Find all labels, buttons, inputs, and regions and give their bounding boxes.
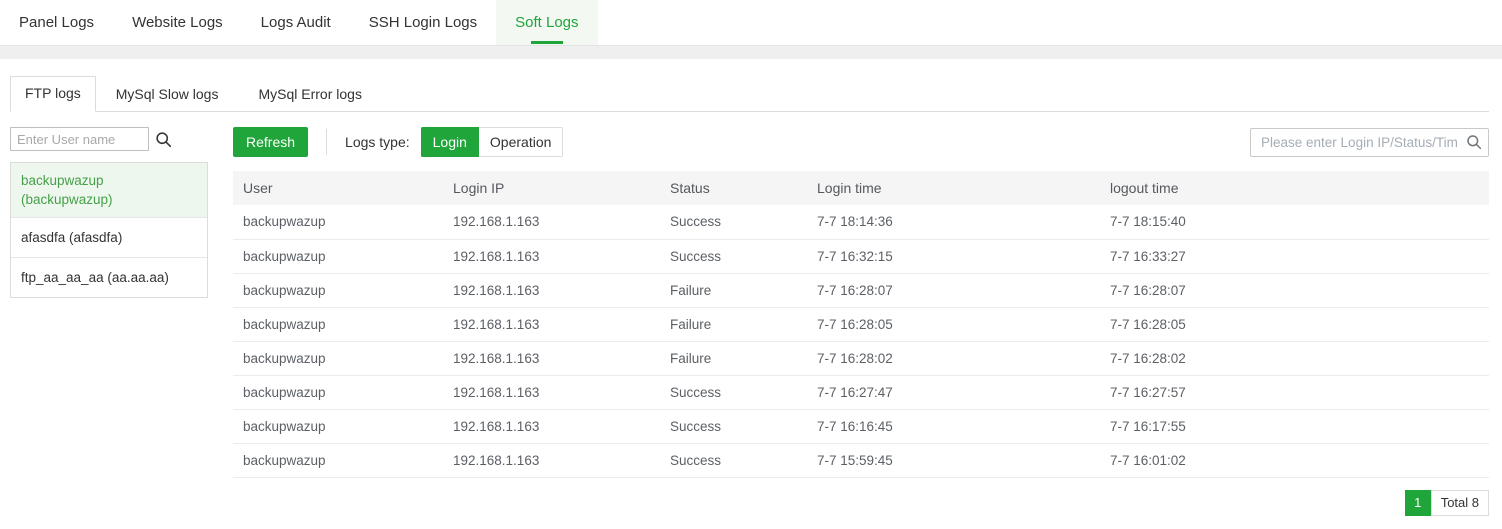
status-cell: Failure bbox=[660, 307, 807, 341]
logs-type-toggle: Login Operation bbox=[421, 127, 564, 157]
column-header-logout-time: logout time bbox=[1100, 171, 1489, 205]
table-row: backupwazup 192.168.1.163 Success 7-7 18… bbox=[233, 205, 1489, 239]
table-row: backupwazup 192.168.1.163 Success 7-7 16… bbox=[233, 409, 1489, 443]
column-header-status: Status bbox=[660, 171, 807, 205]
tab-website-logs[interactable]: Website Logs bbox=[113, 0, 242, 45]
logout-time-cell: 7-7 18:15:40 bbox=[1100, 205, 1489, 239]
refresh-button[interactable]: Refresh bbox=[233, 127, 308, 157]
pagination: 1 Total 8 bbox=[233, 490, 1489, 516]
page-background-strip bbox=[0, 46, 1502, 59]
table-row: backupwazup 192.168.1.163 Success 7-7 16… bbox=[233, 375, 1489, 409]
table-header-row: User Login IP Status Login time logout t… bbox=[233, 171, 1489, 205]
user-search-input[interactable] bbox=[10, 127, 149, 151]
table-row: backupwazup 192.168.1.163 Success 7-7 16… bbox=[233, 239, 1489, 273]
user-cell: backupwazup bbox=[233, 273, 443, 307]
tab-soft-logs[interactable]: Soft Logs bbox=[496, 0, 597, 45]
login-ip-cell: 192.168.1.163 bbox=[443, 341, 660, 375]
logout-time-cell: 7-7 16:17:55 bbox=[1100, 409, 1489, 443]
table-row: backupwazup 192.168.1.163 Failure 7-7 16… bbox=[233, 307, 1489, 341]
table-row: backupwazup 192.168.1.163 Failure 7-7 16… bbox=[233, 273, 1489, 307]
table-row: backupwazup 192.168.1.163 Success 7-7 15… bbox=[233, 443, 1489, 477]
ftp-user-list: backupwazup (backupwazup) afasdfa (afasd… bbox=[10, 162, 208, 298]
search-icon[interactable] bbox=[155, 131, 172, 148]
log-main-area: Refresh Logs type: Login Operation bbox=[233, 127, 1489, 516]
toolbar-divider bbox=[326, 129, 327, 155]
search-icon[interactable] bbox=[1466, 134, 1482, 150]
table-row: backupwazup 192.168.1.163 Failure 7-7 16… bbox=[233, 341, 1489, 375]
sub-tab-bar: FTP logs MySql Slow logs MySql Error log… bbox=[10, 77, 1489, 112]
column-header-login-time: Login time bbox=[807, 171, 1100, 205]
login-ip-cell: 192.168.1.163 bbox=[443, 409, 660, 443]
page-1-button[interactable]: 1 bbox=[1405, 490, 1431, 516]
ftp-login-log-table: User Login IP Status Login time logout t… bbox=[233, 171, 1489, 478]
column-header-user: User bbox=[233, 171, 443, 205]
user-cell: backupwazup bbox=[233, 307, 443, 341]
status-cell: Success bbox=[660, 239, 807, 273]
user-sidebar: backupwazup (backupwazup) afasdfa (afasd… bbox=[10, 127, 208, 516]
login-time-cell: 7-7 18:14:36 bbox=[807, 205, 1100, 239]
log-toolbar: Refresh Logs type: Login Operation bbox=[233, 127, 1489, 157]
column-header-login-ip: Login IP bbox=[443, 171, 660, 205]
user-list-item[interactable]: afasdfa (afasdfa) bbox=[11, 218, 207, 258]
user-cell: backupwazup bbox=[233, 375, 443, 409]
tab-mysql-slow-logs[interactable]: MySql Slow logs bbox=[96, 77, 239, 111]
user-cell: backupwazup bbox=[233, 341, 443, 375]
login-time-cell: 7-7 15:59:45 bbox=[807, 443, 1100, 477]
login-ip-cell: 192.168.1.163 bbox=[443, 443, 660, 477]
status-cell: Success bbox=[660, 409, 807, 443]
login-time-cell: 7-7 16:27:47 bbox=[807, 375, 1100, 409]
total-count-label: Total 8 bbox=[1431, 490, 1489, 516]
log-search-box bbox=[1250, 128, 1489, 157]
logout-time-cell: 7-7 16:01:02 bbox=[1100, 443, 1489, 477]
tab-mysql-error-logs[interactable]: MySql Error logs bbox=[238, 77, 381, 111]
login-time-cell: 7-7 16:32:15 bbox=[807, 239, 1100, 273]
status-cell: Success bbox=[660, 205, 807, 239]
login-ip-cell: 192.168.1.163 bbox=[443, 375, 660, 409]
login-ip-cell: 192.168.1.163 bbox=[443, 239, 660, 273]
logout-time-cell: 7-7 16:27:57 bbox=[1100, 375, 1489, 409]
user-cell: backupwazup bbox=[233, 239, 443, 273]
status-cell: Failure bbox=[660, 273, 807, 307]
logout-time-cell: 7-7 16:28:02 bbox=[1100, 341, 1489, 375]
login-time-cell: 7-7 16:28:02 bbox=[807, 341, 1100, 375]
login-time-cell: 7-7 16:16:45 bbox=[807, 409, 1100, 443]
logout-time-cell: 7-7 16:33:27 bbox=[1100, 239, 1489, 273]
login-ip-cell: 192.168.1.163 bbox=[443, 273, 660, 307]
login-ip-cell: 192.168.1.163 bbox=[443, 205, 660, 239]
user-list-item[interactable]: ftp_aa_aa_aa (aa.aa.aa) bbox=[11, 258, 207, 297]
log-search-input[interactable] bbox=[1250, 128, 1489, 157]
login-ip-cell: 192.168.1.163 bbox=[443, 307, 660, 341]
logout-time-cell: 7-7 16:28:05 bbox=[1100, 307, 1489, 341]
tab-ssh-login-logs[interactable]: SSH Login Logs bbox=[350, 0, 496, 45]
tab-panel-logs[interactable]: Panel Logs bbox=[0, 0, 113, 45]
user-cell: backupwazup bbox=[233, 443, 443, 477]
soft-logs-panel: FTP logs MySql Slow logs MySql Error log… bbox=[0, 77, 1502, 516]
user-cell: backupwazup bbox=[233, 409, 443, 443]
logs-type-label: Logs type: bbox=[345, 134, 410, 150]
login-type-button[interactable]: Login bbox=[421, 127, 479, 157]
login-time-cell: 7-7 16:28:07 bbox=[807, 273, 1100, 307]
login-time-cell: 7-7 16:28:05 bbox=[807, 307, 1100, 341]
user-list-item[interactable]: backupwazup (backupwazup) bbox=[11, 163, 207, 218]
tab-logs-audit[interactable]: Logs Audit bbox=[242, 0, 350, 45]
user-cell: backupwazup bbox=[233, 205, 443, 239]
status-cell: Success bbox=[660, 443, 807, 477]
status-cell: Failure bbox=[660, 341, 807, 375]
top-tab-bar: Panel Logs Website Logs Logs Audit SSH L… bbox=[0, 0, 1502, 46]
logout-time-cell: 7-7 16:28:07 bbox=[1100, 273, 1489, 307]
tab-ftp-logs[interactable]: FTP logs bbox=[10, 76, 96, 112]
operation-type-button[interactable]: Operation bbox=[479, 127, 563, 157]
status-cell: Success bbox=[660, 375, 807, 409]
